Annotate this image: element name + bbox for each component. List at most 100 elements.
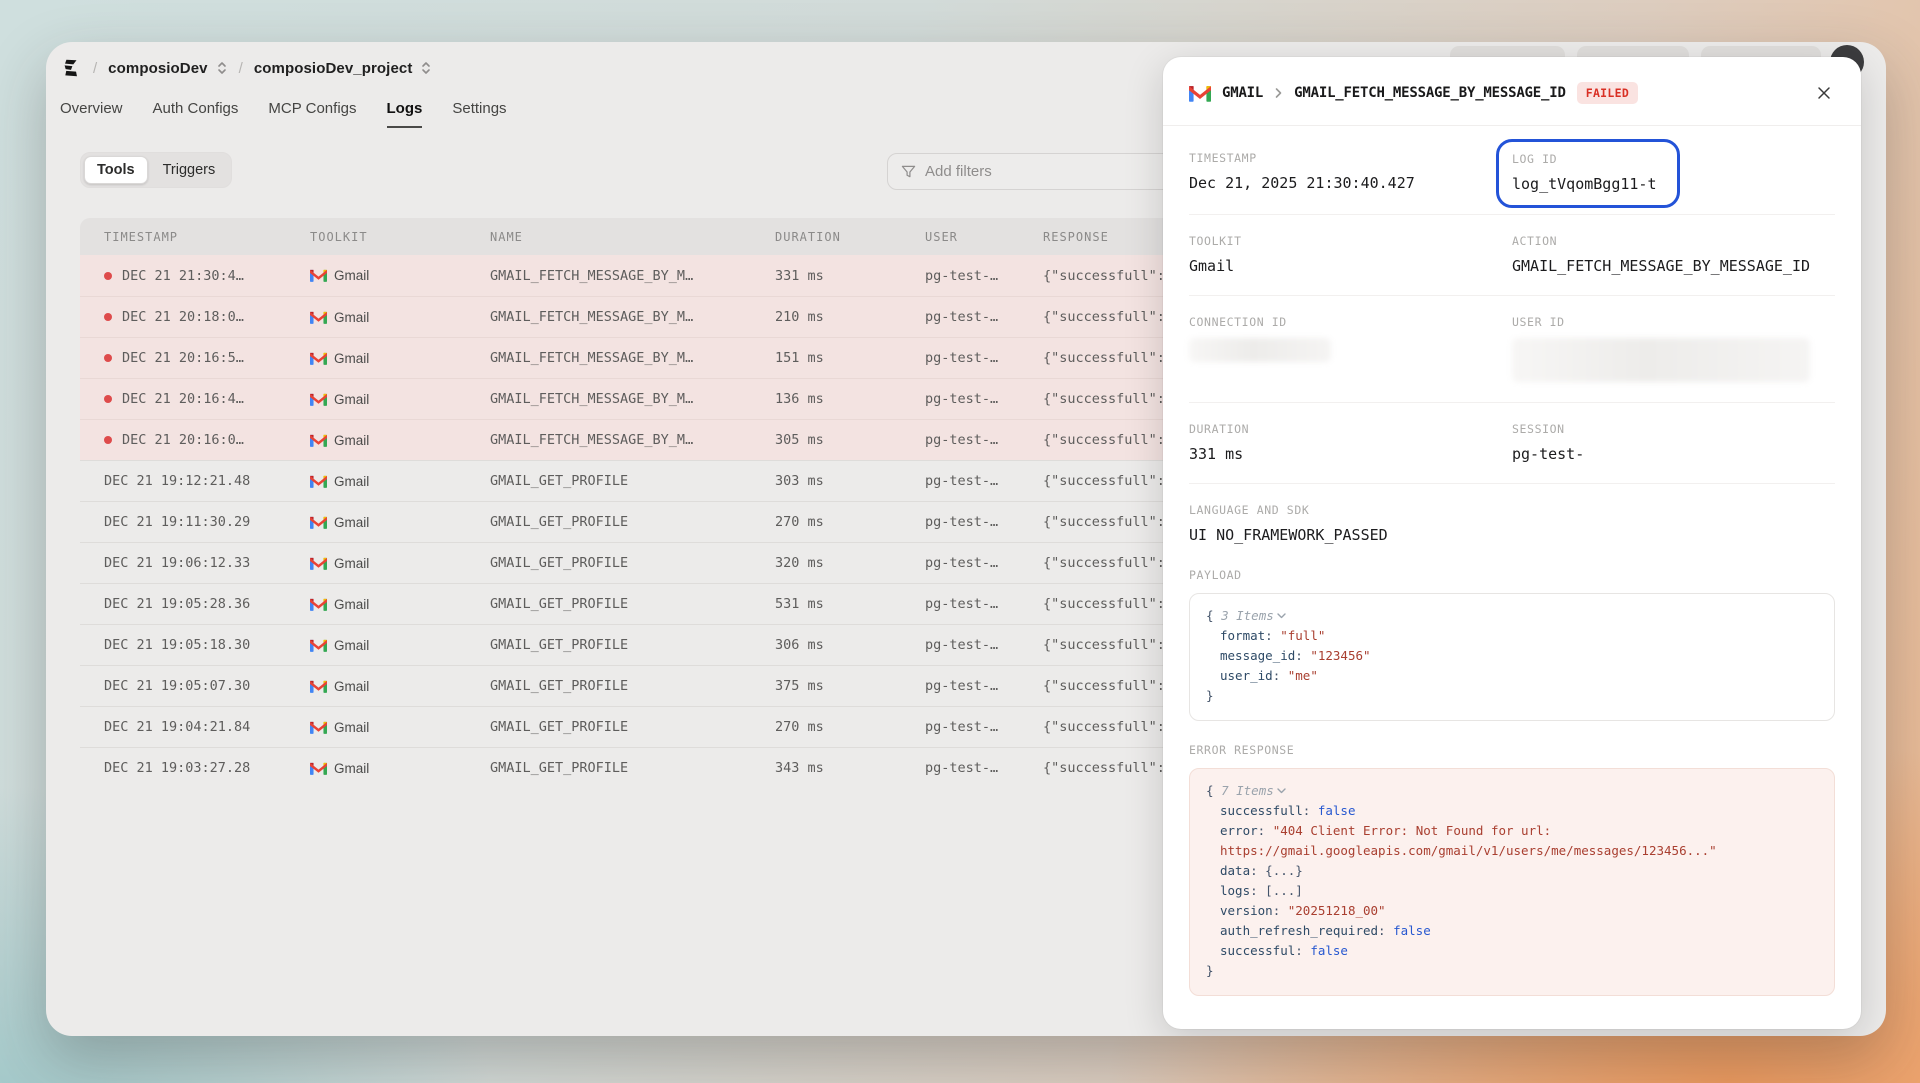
json-entry-successful: successful: false <box>1206 941 1818 961</box>
json-closing-brace: } <box>1206 961 1818 981</box>
json-entry-format: format: "full" <box>1206 626 1818 646</box>
panel-action-title: GMAIL_FETCH_MESSAGE_BY_MESSAGE_ID <box>1294 85 1566 101</box>
cell-duration: 151 ms <box>775 350 925 366</box>
gmail-icon <box>310 721 327 734</box>
breadcrumb-separator: / <box>93 60 97 77</box>
field-row: DURATION 331 ms SESSION pg-test- <box>1189 403 1835 484</box>
project-switcher-icon[interactable] <box>420 60 432 76</box>
gmail-icon <box>310 762 327 775</box>
cell-user: pg-test-… <box>925 637 1043 653</box>
org-switcher-icon[interactable] <box>216 60 228 76</box>
cell-toolkit: Gmail <box>310 638 490 653</box>
field-log-id: LOG ID log_tVqomBgg11-t <box>1512 151 1835 194</box>
cell-duration: 270 ms <box>775 514 925 530</box>
cell-user: pg-test-… <box>925 432 1043 448</box>
json-entry-user_id: user_id: "me" <box>1206 666 1818 686</box>
field-language-sdk: LANGUAGE AND SDK UI NO_FRAMEWORK_PASSED <box>1189 503 1835 544</box>
gmail-icon <box>1189 85 1211 102</box>
failed-dot-icon <box>104 395 112 403</box>
gmail-icon <box>310 516 327 529</box>
cell-toolkit: Gmail <box>310 556 490 571</box>
cell-user: pg-test-… <box>925 596 1043 612</box>
tab-overview[interactable]: Overview <box>60 100 123 128</box>
cell-timestamp: DEC 21 20:16:4… <box>104 391 310 407</box>
gmail-icon <box>310 557 327 570</box>
json-entry-logs: logs: [...] <box>1206 881 1818 901</box>
cell-timestamp: DEC 21 19:12:21.48 <box>104 473 310 489</box>
cell-user: pg-test-… <box>925 555 1043 571</box>
json-items-summary[interactable]: { 3 Items <box>1206 606 1818 626</box>
failed-dot-icon <box>104 272 112 280</box>
cell-duration: 306 ms <box>775 637 925 653</box>
tab-mcp-configs[interactable]: MCP Configs <box>268 100 356 128</box>
close-icon[interactable] <box>1813 82 1835 104</box>
tab-auth-configs[interactable]: Auth Configs <box>153 100 239 128</box>
log-id-focus-ring[interactable]: LOG ID log_tVqomBgg11-t <box>1496 139 1680 208</box>
status-badge: FAILED <box>1577 82 1638 104</box>
funnel-icon <box>901 164 916 179</box>
field-session: SESSION pg-test- <box>1512 422 1835 463</box>
failed-dot-icon <box>104 313 112 321</box>
log-detail-panel: GMAIL GMAIL_FETCH_MESSAGE_BY_MESSAGE_ID … <box>1163 57 1861 1029</box>
cell-duration: 375 ms <box>775 678 925 694</box>
cell-user: pg-test-… <box>925 391 1043 407</box>
cell-name: GMAIL_FETCH_MESSAGE_BY_M… <box>490 350 775 366</box>
gmail-icon <box>310 352 327 365</box>
cell-name: GMAIL_GET_PROFILE <box>490 473 775 489</box>
gmail-icon <box>310 680 327 693</box>
gmail-icon <box>310 639 327 652</box>
cell-name: GMAIL_GET_PROFILE <box>490 555 775 571</box>
failed-dot-icon <box>104 436 112 444</box>
breadcrumb-separator: / <box>239 60 243 77</box>
cell-toolkit: Gmail <box>310 268 490 283</box>
cell-user: pg-test-… <box>925 309 1043 325</box>
error-response-json-viewer[interactable]: { 7 Itemssuccessfull: falseerror: "404 C… <box>1189 768 1835 996</box>
gmail-icon <box>310 311 327 324</box>
field-row: TIMESTAMP Dec 21, 2025 21:30:40.427 LOG … <box>1189 132 1835 215</box>
cell-timestamp: DEC 21 19:06:12.33 <box>104 555 310 571</box>
payload-json-viewer[interactable]: { 3 Itemsformat: "full"message_id: "1234… <box>1189 593 1835 721</box>
cell-toolkit: Gmail <box>310 351 490 366</box>
field-row: CONNECTION ID USER ID <box>1189 296 1835 403</box>
cell-duration: 343 ms <box>775 760 925 776</box>
cell-name: GMAIL_GET_PROFILE <box>490 760 775 776</box>
gmail-icon <box>310 269 327 282</box>
field-toolkit: TOOLKIT Gmail <box>1189 234 1512 275</box>
json-closing-brace: } <box>1206 686 1818 706</box>
cell-name: GMAIL_GET_PROFILE <box>490 596 775 612</box>
breadcrumb: / composioDev / composioDev_project <box>60 54 432 82</box>
json-entry-continuation: https://gmail.googleapis.com/gmail/v1/us… <box>1206 841 1818 861</box>
segment-triggers[interactable]: Triggers <box>150 156 229 184</box>
cell-toolkit: Gmail <box>310 474 490 489</box>
cell-timestamp: DEC 21 19:05:18.30 <box>104 637 310 653</box>
json-entry-version: version: "20251218_00" <box>1206 901 1818 921</box>
chevron-right-icon <box>1274 87 1283 99</box>
log-detail-header: GMAIL GMAIL_FETCH_MESSAGE_BY_MESSAGE_ID … <box>1163 57 1861 126</box>
column-header-timestamp: TIMESTAMP <box>104 230 310 244</box>
segment-tools[interactable]: Tools <box>84 156 148 184</box>
cell-user: pg-test-… <box>925 268 1043 284</box>
panel-toolkit-crumb[interactable]: GMAIL <box>1222 85 1263 101</box>
cell-timestamp: DEC 21 20:16:5… <box>104 350 310 366</box>
project-name[interactable]: composioDev_project <box>254 60 413 77</box>
field-row: TOOLKIT Gmail ACTION GMAIL_FETCH_MESSAGE… <box>1189 215 1835 296</box>
cell-duration: 320 ms <box>775 555 925 571</box>
org-name[interactable]: composioDev <box>108 60 207 77</box>
column-header-user: USER <box>925 230 1043 244</box>
cell-user: pg-test-… <box>925 760 1043 776</box>
cell-timestamp: DEC 21 19:05:07.30 <box>104 678 310 694</box>
cell-name: GMAIL_FETCH_MESSAGE_BY_M… <box>490 391 775 407</box>
cell-duration: 136 ms <box>775 391 925 407</box>
json-items-summary[interactable]: { 7 Items <box>1206 781 1818 801</box>
cell-timestamp: DEC 21 20:16:0… <box>104 432 310 448</box>
composio-logo-icon[interactable] <box>60 57 82 79</box>
tools-triggers-switch: ToolsTriggers <box>80 152 232 188</box>
user-id-redacted-value <box>1512 338 1810 382</box>
tab-logs[interactable]: Logs <box>387 100 423 128</box>
field-connection-id: CONNECTION ID <box>1189 315 1512 382</box>
cell-name: GMAIL_GET_PROFILE <box>490 514 775 530</box>
cell-toolkit: Gmail <box>310 679 490 694</box>
tab-settings[interactable]: Settings <box>452 100 506 128</box>
cell-name: GMAIL_GET_PROFILE <box>490 678 775 694</box>
cell-timestamp: DEC 21 19:03:27.28 <box>104 760 310 776</box>
